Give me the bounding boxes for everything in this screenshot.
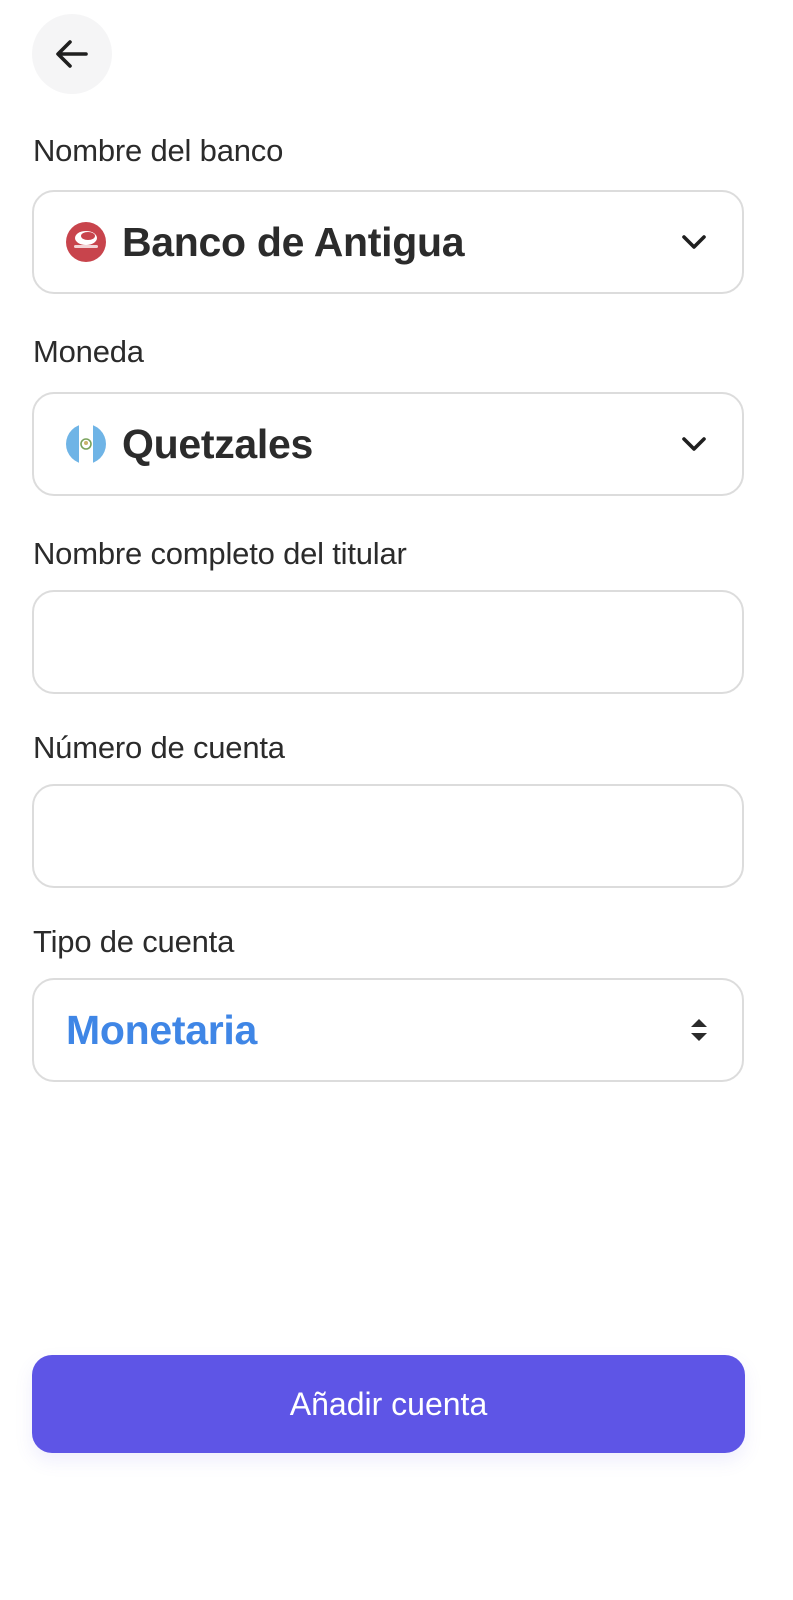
bank-logo-icon xyxy=(66,222,106,262)
bank-select-value: Banco de Antigua xyxy=(122,218,465,265)
account-number-input[interactable] xyxy=(34,786,742,886)
currency-label: Moneda xyxy=(33,334,144,369)
account-type-select-value: Monetaria xyxy=(66,1006,257,1053)
holder-name-input[interactable] xyxy=(34,592,742,692)
guatemala-flag-icon xyxy=(66,424,106,464)
chevron-down-icon xyxy=(682,437,706,451)
currency-select-value: Quetzales xyxy=(122,420,313,467)
currency-select[interactable]: Quetzales xyxy=(32,392,744,496)
back-button[interactable] xyxy=(32,14,112,94)
holder-name-label: Nombre completo del titular xyxy=(33,536,407,571)
bank-name-label: Nombre del banco xyxy=(33,133,284,168)
account-number-field-box xyxy=(32,784,744,888)
arrow-left-icon xyxy=(56,40,88,68)
chevron-down-icon xyxy=(682,235,706,249)
account-type-select[interactable]: Monetaria xyxy=(32,978,744,1082)
account-type-label: Tipo de cuenta xyxy=(33,924,235,959)
holder-name-field-box xyxy=(32,590,744,694)
add-account-button[interactable]: Añadir cuenta xyxy=(32,1355,745,1453)
sort-arrows-icon xyxy=(691,1019,707,1041)
account-number-label: Número de cuenta xyxy=(33,730,285,765)
bank-select[interactable]: Banco de Antigua xyxy=(32,190,744,294)
